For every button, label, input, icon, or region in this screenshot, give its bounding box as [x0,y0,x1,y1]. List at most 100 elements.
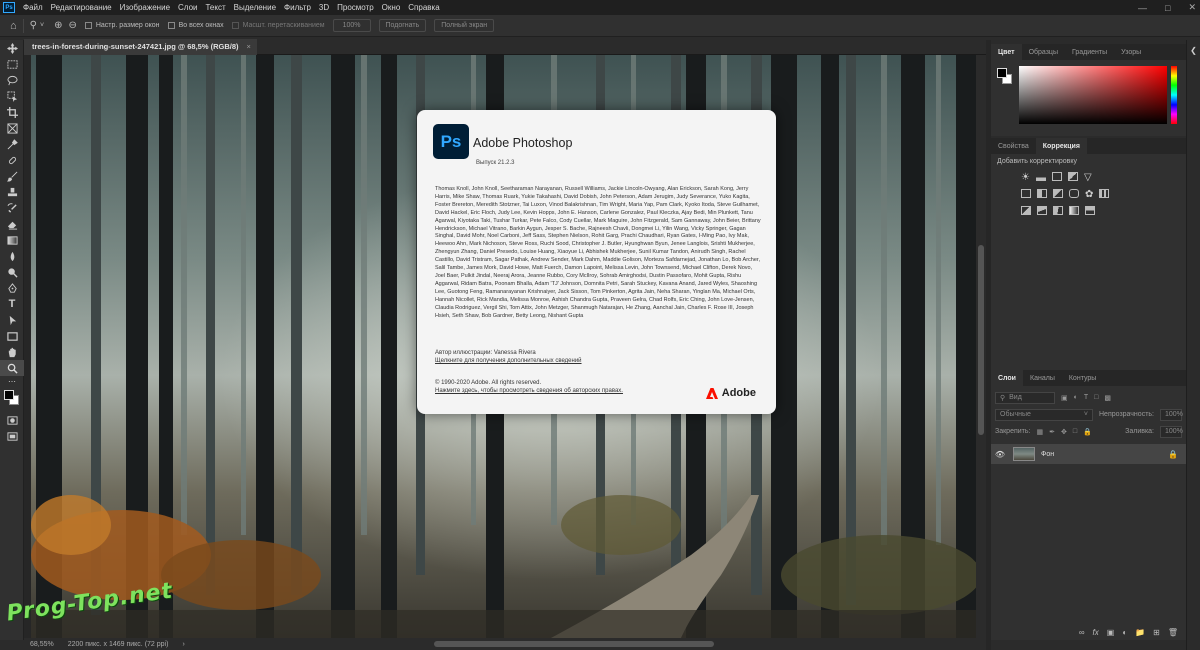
levels-icon[interactable] [1035,172,1046,181]
zoom-in-icon[interactable]: ⊕ [54,20,62,31]
photoshop-logo[interactable]: Ps [3,2,15,13]
rectangle-tool-icon[interactable] [0,328,24,344]
tab-layers[interactable]: Слои [991,370,1023,386]
curves-icon[interactable] [1051,172,1062,181]
threshold-icon[interactable] [1053,206,1063,215]
copyright-link[interactable]: Нажмите здесь, чтобы просмотреть сведени… [435,388,623,394]
layer-name[interactable]: Фон [1041,451,1054,458]
delete-layer-icon[interactable]: 🗑 [1168,628,1178,637]
foreground-color-swatch[interactable] [4,390,14,400]
chevron-right-icon[interactable]: › [182,641,184,648]
fill-screen-button[interactable]: Полный экран [434,19,495,32]
home-icon[interactable]: ⌂ [10,20,17,32]
path-selection-tool-icon[interactable] [0,312,24,328]
history-brush-tool-icon[interactable] [0,200,24,216]
tab-channels[interactable]: Каналы [1023,370,1062,386]
filter-adjust-icon[interactable]: ◐ [1074,394,1078,401]
zoom-value-button[interactable]: 100% [332,19,371,32]
vertical-scrollbar[interactable] [976,55,986,638]
menu-filter[interactable]: Фильтр [280,3,315,12]
object-select-tool-icon[interactable] [0,88,24,104]
eraser-tool-icon[interactable] [0,216,24,232]
scroll-thumb[interactable] [978,245,984,435]
menu-edit[interactable]: Редактирование [47,3,116,12]
tab-adjustments[interactable]: Коррекция [1035,138,1087,154]
blur-tool-icon[interactable] [0,248,24,264]
close-icon[interactable]: ✕ [1188,2,1196,13]
filter-shape-icon[interactable]: □ [1094,394,1098,401]
color-field[interactable] [1019,66,1167,124]
lasso-tool-icon[interactable] [0,72,24,88]
menu-view[interactable]: Просмотр [333,3,378,12]
menu-help[interactable]: Справка [404,3,443,12]
menu-file[interactable]: Файл [19,3,47,12]
opacity-field[interactable]: 100% [1160,408,1183,421]
filter-smart-icon[interactable]: ▩ [1104,394,1111,402]
layer-kind-filter[interactable]: ⚲ Вид [995,391,1055,404]
color-balance-icon[interactable] [1037,189,1047,198]
marquee-tool-icon[interactable] [0,56,24,72]
photo-filter-icon[interactable] [1069,189,1079,198]
menu-3d[interactable]: 3D [315,3,333,12]
lock-artboard-icon[interactable]: □ [1073,428,1077,435]
invert-icon[interactable] [1021,206,1031,215]
foreground-color-swatch[interactable] [997,68,1007,78]
brush-tool-icon[interactable] [0,168,24,184]
vibrance-icon[interactable]: ▽ [1084,172,1092,183]
adjustment-layer-icon[interactable]: ◐ [1122,628,1127,637]
exposure-icon[interactable] [1067,172,1078,181]
new-group-icon[interactable]: 📁 [1135,628,1145,637]
tab-properties[interactable]: Свойства [991,138,1036,154]
all-windows-checkbox[interactable] [167,22,175,29]
brightness-contrast-icon[interactable]: ☀ [1021,172,1030,183]
add-mask-icon[interactable]: ▣ [1107,628,1115,637]
link-layers-icon[interactable]: ∞ [1079,628,1085,637]
zoom-out-icon[interactable]: ⊖ [68,20,76,31]
menu-window[interactable]: Окно [378,3,405,12]
pen-tool-icon[interactable] [0,280,24,296]
gradient-map-icon[interactable] [1069,206,1079,215]
menu-layers[interactable]: Слои [174,3,201,12]
about-dialog[interactable]: Ps Adobe Photoshop Выпуск 21.2.3 Thomas … [417,110,776,414]
hue-slider[interactable] [1171,66,1177,124]
crop-tool-icon[interactable] [0,104,24,120]
lock-all-icon[interactable]: 🔒 [1083,428,1092,436]
eyedropper-tool-icon[interactable] [0,136,24,152]
tab-color[interactable]: Цвет [991,44,1022,60]
scroll-thumb[interactable] [434,641,714,647]
tab-patterns[interactable]: Узоры [1114,44,1148,60]
selective-color-icon[interactable] [1085,206,1095,215]
posterize-icon[interactable] [1037,206,1047,215]
menu-type[interactable]: Текст [201,3,229,12]
dodge-tool-icon[interactable] [0,264,24,280]
quick-mask-icon[interactable] [0,412,24,428]
document-tab[interactable]: trees-in-forest-during-sunset-247421.jpg… [24,38,257,55]
layer-style-icon[interactable]: fx [1093,628,1099,637]
zoom-tool-icon[interactable] [0,360,24,376]
black-white-icon[interactable] [1053,189,1063,198]
minimize-icon[interactable]: — [1138,3,1147,13]
hand-tool-icon[interactable] [0,344,24,360]
fit-screen-button[interactable]: Подогнать [378,19,427,32]
tab-swatches[interactable]: Образцы [1022,44,1065,60]
screen-mode-icon[interactable] [0,428,24,444]
hue-saturation-icon[interactable] [1021,189,1031,198]
filter-pixel-icon[interactable]: ▣ [1061,394,1068,402]
new-layer-icon[interactable]: ⊞ [1153,628,1160,637]
filter-type-icon[interactable]: T [1084,394,1088,401]
close-tab-icon[interactable]: × [247,42,251,51]
menu-image[interactable]: Изображение [116,3,174,12]
type-tool-icon[interactable]: T [0,296,24,312]
more-tools-icon[interactable]: ⋯ [0,376,24,386]
fill-field[interactable]: 100% [1160,425,1183,438]
frame-tool-icon[interactable] [0,120,24,136]
blend-mode-select[interactable]: Обычные ˅ [995,408,1093,421]
menu-select[interactable]: Выделение [230,3,280,12]
tab-gradients[interactable]: Градиенты [1065,44,1114,60]
lock-position-icon[interactable]: ✥ [1061,428,1067,436]
chevron-down-icon[interactable]: ˅ [40,22,44,29]
zoom-tool-icon[interactable]: ⚲ [30,20,37,31]
healing-brush-tool-icon[interactable] [0,152,24,168]
visibility-eye-icon[interactable]: 👁 [991,450,1009,459]
channel-mixer-icon[interactable]: ✿ [1085,189,1093,200]
